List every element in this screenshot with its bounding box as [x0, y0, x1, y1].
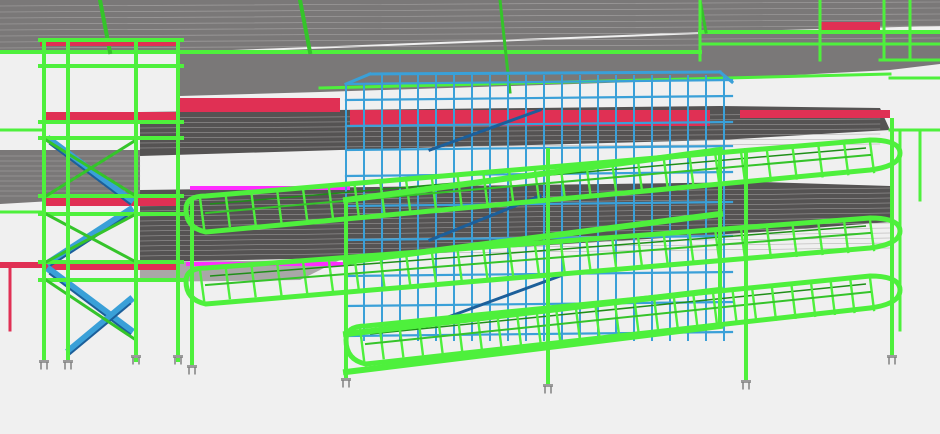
red-beam-roof-right: [820, 22, 880, 30]
red-beam-right: [740, 110, 890, 118]
model-viewport[interactable]: [0, 0, 940, 434]
cage-top: [368, 70, 722, 76]
red-beam-left-edge: [0, 262, 44, 268]
red-beam-level2-left: [180, 98, 340, 112]
structure-3d-view[interactable]: [0, 0, 940, 434]
